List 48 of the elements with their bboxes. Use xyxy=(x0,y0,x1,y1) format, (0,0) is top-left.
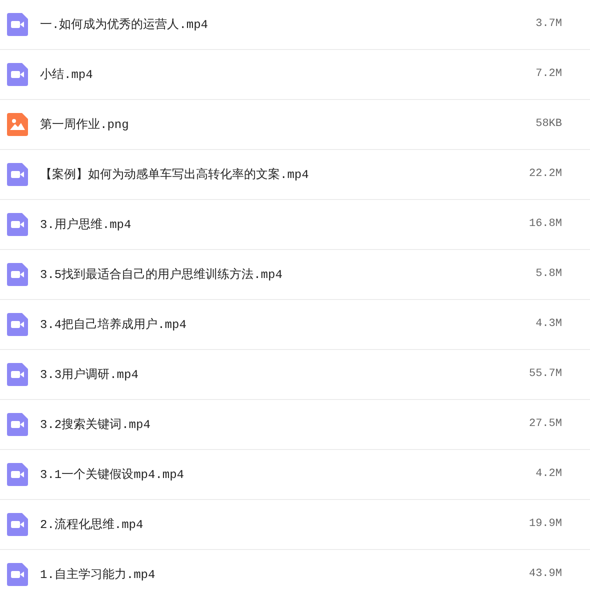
file-name: 3.4把自己培养成用户.mp4 xyxy=(40,316,186,334)
image-file-icon xyxy=(7,113,28,136)
file-row[interactable]: 第一周作业.png 58KB xyxy=(0,100,590,150)
file-size: 7.2M xyxy=(536,67,562,82)
file-row[interactable]: 3.3用户调研.mp4 55.7M xyxy=(0,350,590,400)
file-row[interactable]: 3.4把自己培养成用户.mp4 4.3M xyxy=(0,300,590,350)
video-file-icon xyxy=(7,563,28,586)
file-row[interactable]: 3.5找到最适合自己的用户思维训练方法.mp4 5.8M xyxy=(0,250,590,300)
video-file-icon xyxy=(7,513,28,536)
file-name: 【案例】如何为动感单车写出高转化率的文案.mp4 xyxy=(40,166,309,184)
file-name: 第一周作业.png xyxy=(40,116,129,134)
video-file-icon xyxy=(7,163,28,186)
file-size: 58KB xyxy=(536,117,562,132)
file-size: 22.2M xyxy=(528,167,562,182)
video-file-icon xyxy=(7,263,28,286)
file-row[interactable]: 2.流程化思维.mp4 19.9M xyxy=(0,500,590,550)
file-name: 小结.mp4 xyxy=(40,66,93,84)
file-name: 一.如何成为优秀的运营人.mp4 xyxy=(40,16,208,34)
file-row[interactable]: 1.自主学习能力.mp4 43.9M xyxy=(0,550,590,594)
file-row[interactable]: 【案例】如何为动感单车写出高转化率的文案.mp4 22.2M xyxy=(0,150,590,200)
file-name: 1.自主学习能力.mp4 xyxy=(40,566,156,584)
file-size: 4.2M xyxy=(536,467,562,482)
file-row[interactable]: 3.用户思维.mp4 16.8M xyxy=(0,200,590,250)
file-name: 3.1一个关键假设mp4.mp4 xyxy=(40,466,184,484)
file-row[interactable]: 一.如何成为优秀的运营人.mp4 3.7M xyxy=(0,0,590,50)
file-size: 27.5M xyxy=(528,417,562,432)
file-name: 3.3用户调研.mp4 xyxy=(40,366,138,384)
video-file-icon xyxy=(7,63,28,86)
file-size: 4.3M xyxy=(536,317,562,332)
file-size: 3.7M xyxy=(536,17,562,32)
file-size: 55.7M xyxy=(528,367,562,382)
file-size: 5.8M xyxy=(536,267,562,282)
file-size: 19.9M xyxy=(528,517,562,532)
file-row[interactable]: 小结.mp4 7.2M xyxy=(0,50,590,100)
file-size: 43.9M xyxy=(528,567,562,582)
video-file-icon xyxy=(7,13,28,36)
file-size: 16.8M xyxy=(528,217,562,232)
file-name: 3.2搜索关键词.mp4 xyxy=(40,416,150,434)
file-name: 3.用户思维.mp4 xyxy=(40,216,132,234)
file-row[interactable]: 3.2搜索关键词.mp4 27.5M xyxy=(0,400,590,450)
video-file-icon xyxy=(7,363,28,386)
video-file-icon xyxy=(7,463,28,486)
file-row[interactable]: 3.1一个关键假设mp4.mp4 4.2M xyxy=(0,450,590,500)
video-file-icon xyxy=(7,413,28,436)
file-name: 3.5找到最适合自己的用户思维训练方法.mp4 xyxy=(40,266,282,284)
file-name: 2.流程化思维.mp4 xyxy=(40,516,144,534)
video-file-icon xyxy=(7,313,28,336)
video-file-icon xyxy=(7,213,28,236)
